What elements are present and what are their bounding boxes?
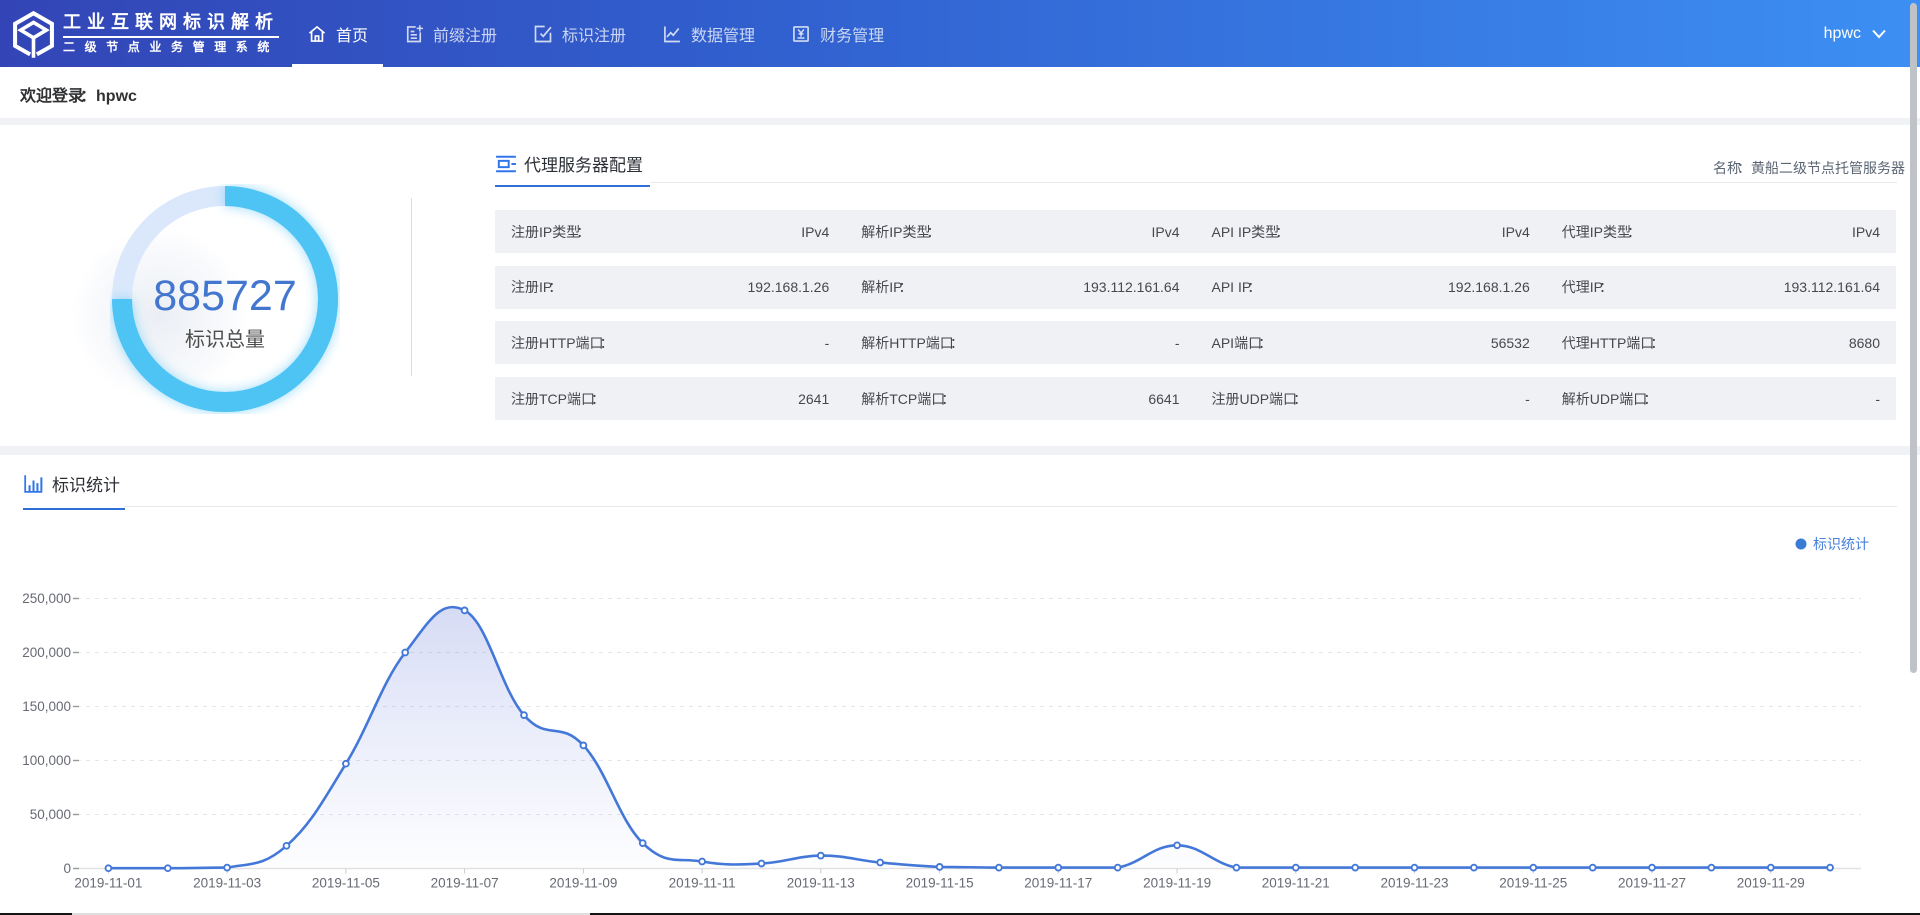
svg-text:2019-11-05: 2019-11-05 — [312, 876, 380, 891]
svg-text:2019-11-11: 2019-11-11 — [669, 876, 736, 891]
svg-text:2019-11-15: 2019-11-15 — [906, 876, 974, 891]
svg-text:2019-11-25: 2019-11-25 — [1499, 876, 1567, 891]
svg-text:200,000: 200,000 — [22, 645, 71, 660]
svg-text:150,000: 150,000 — [22, 699, 71, 714]
svg-text:2019-11-13: 2019-11-13 — [787, 876, 855, 891]
svg-text:100,000: 100,000 — [22, 753, 71, 768]
svg-text:250,000: 250,000 — [22, 591, 71, 606]
svg-text:标识统计: 标识统计 — [1813, 536, 1869, 552]
svg-text:2019-11-27: 2019-11-27 — [1618, 876, 1686, 891]
svg-text:2019-11-17: 2019-11-17 — [1024, 876, 1092, 891]
svg-text:2019-11-01: 2019-11-01 — [74, 876, 142, 891]
svg-text:50,000: 50,000 — [30, 807, 71, 822]
svg-text:2019-11-29: 2019-11-29 — [1737, 876, 1805, 891]
svg-text:2019-11-21: 2019-11-21 — [1262, 876, 1330, 891]
svg-text:2019-11-03: 2019-11-03 — [193, 876, 261, 891]
svg-text:0: 0 — [63, 861, 71, 876]
svg-text:2019-11-19: 2019-11-19 — [1143, 876, 1211, 891]
svg-text:2019-11-09: 2019-11-09 — [549, 876, 617, 891]
svg-text:2019-11-07: 2019-11-07 — [431, 876, 499, 891]
svg-text:2019-11-23: 2019-11-23 — [1380, 876, 1448, 891]
